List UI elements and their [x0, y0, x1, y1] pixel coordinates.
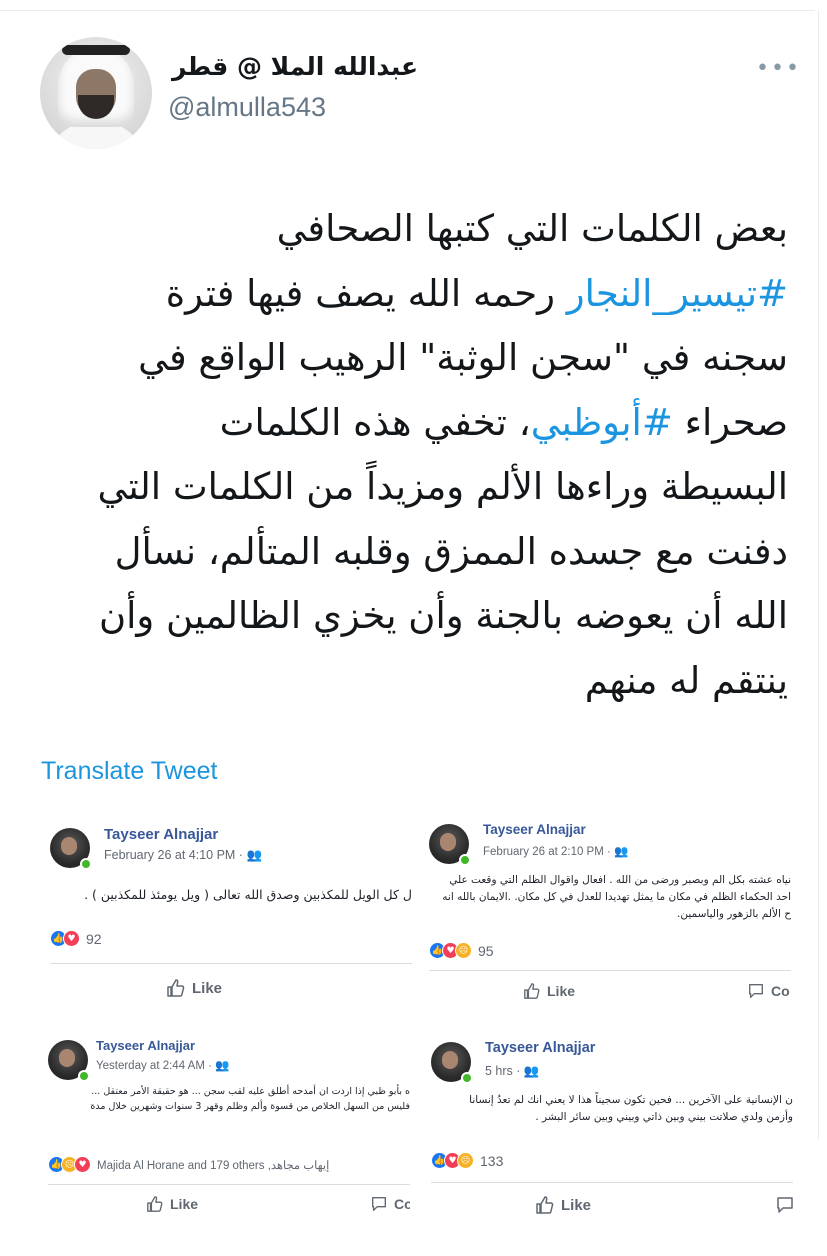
post-author-name[interactable]: Tayseer Alnajjar	[485, 1040, 595, 1056]
tweet-text: بعض الكلمات التي كتبها الصحافي #تيسير_ال…	[36, 197, 789, 714]
post-text-line: فليس من السهل الخلاص من قسوة وألم وظلم و…	[90, 1101, 410, 1112]
facebook-post-card[interactable]: Tayseer Alnajjar Yesterday at 2:44 AM · …	[48, 1034, 410, 1224]
friends-audience-icon: 👥	[215, 1060, 230, 1072]
post-time-text: February 26 at 4:10 PM ·	[104, 848, 247, 862]
sad-reaction-icon: ☹	[455, 942, 472, 959]
thumbs-up-icon	[167, 979, 185, 997]
post-time-text: February 26 at 2:10 PM ·	[483, 846, 615, 858]
post-text-line: ن الإنسانية على الآخرين ... فحين تكون سج…	[469, 1094, 793, 1106]
online-status-icon	[78, 1070, 90, 1082]
friends-audience-icon: 👥	[614, 846, 629, 858]
post-text-line: وأزمن ولدي صلاتت بيني وبين ذاتي وبيني وب…	[535, 1111, 793, 1123]
post-time-text: 5 hrs ·	[485, 1064, 524, 1078]
post-divider	[431, 1182, 793, 1183]
online-status-icon	[461, 1072, 473, 1084]
post-divider	[48, 1184, 410, 1185]
post-text-line: ل كل الويل للمكذبين وصدق الله تعالى ( وي…	[84, 887, 412, 902]
tweet-line: الله أن يعوضه بالجنة وأن يخزي الظالمين و…	[36, 584, 788, 649]
profile-avatar[interactable]	[40, 37, 152, 149]
reactions-summary[interactable]: 👍 ♥ 92	[50, 930, 102, 947]
online-status-icon	[459, 854, 471, 866]
user-handle[interactable]: @almulla543	[168, 92, 326, 123]
comment-button[interactable]: Co	[370, 1195, 410, 1213]
thumbs-up-icon	[536, 1196, 554, 1214]
reaction-names[interactable]: Majida Al Horane and 179 others ,إيهاب م…	[97, 1158, 329, 1172]
tweet-line: صحراء #أبوظبي، تخفي هذه الكلمات	[36, 391, 788, 456]
post-text-line: نياه عشته بكل الم وبصبر ورضى من الله . ا…	[449, 874, 791, 886]
reactions-summary[interactable]: 👍 ♥ ☹ 95	[429, 942, 494, 959]
text-run: رحمه الله يصف فيها فترة	[165, 271, 567, 315]
love-reaction-icon: ♥	[63, 930, 80, 947]
reactions-summary[interactable]: 👍 ♥ ☹ 133	[431, 1152, 503, 1169]
like-label: Like	[547, 983, 576, 999]
thumbs-up-icon	[524, 983, 540, 999]
comment-icon	[372, 1197, 386, 1211]
like-button[interactable]: Like	[523, 982, 575, 1000]
text-run: ينتقم له منهم	[584, 658, 788, 702]
text-run: بعض الكلمات التي كتبها الصحافي	[276, 207, 788, 250]
post-timestamp: Yesterday at 2:44 AM · 👥	[96, 1058, 229, 1072]
like-button[interactable]: Like	[166, 978, 222, 998]
post-divider	[50, 963, 412, 964]
reaction-count: 95	[478, 942, 494, 959]
reactions-summary[interactable]: 👍 ☹ ♥ Majida Al Horane and 179 others ,إ…	[48, 1156, 329, 1173]
post-text-line: احد الحكماء الظلم في مكان ما يمثل تهديدا…	[442, 891, 791, 903]
post-timestamp: 5 hrs · 👥	[485, 1064, 539, 1079]
tweet-line: #تيسير_النجار رحمه الله يصف فيها فترة	[36, 262, 788, 327]
facebook-post-card[interactable]: Tayseer Alnajjar February 26 at 2:10 PM …	[429, 818, 791, 1010]
comment-label: Co	[394, 1196, 410, 1212]
comment-button[interactable]: Co	[747, 982, 790, 1000]
reaction-count: 92	[86, 930, 102, 947]
post-text: نياه عشته بكل الم وبصبر ورضى من الله . ا…	[429, 872, 791, 923]
comment-button[interactable]	[775, 1195, 793, 1215]
hashtag-link[interactable]: #أبوظبي	[531, 401, 673, 444]
post-text-line: ح الألم بالزهور والياسمين.	[677, 908, 791, 920]
text-run: ، تخفي هذه الكلمات	[219, 400, 531, 444]
post-author-name[interactable]: Tayseer Alnajjar	[483, 822, 586, 837]
post-timestamp: February 26 at 2:10 PM · 👥	[483, 844, 628, 858]
tweet-line: بعض الكلمات التي كتبها الصحافي	[36, 197, 788, 262]
like-label: Like	[170, 1196, 199, 1212]
like-button[interactable]: Like	[146, 1195, 198, 1213]
friends-audience-icon: 👥	[523, 1064, 540, 1078]
post-text-line: ه بأبو ظبي إذا اردت ان أمدحه أطلق عليه ل…	[91, 1086, 410, 1097]
hashtag-link[interactable]: #تيسير_النجار	[567, 272, 788, 315]
sad-reaction-icon: ☹	[457, 1152, 474, 1169]
facebook-post-card[interactable]: Tayseer Alnajjar 5 hrs · 👥 ن الإنسانية ع…	[431, 1036, 793, 1226]
right-divider	[818, 10, 819, 1140]
post-timestamp: February 26 at 4:10 PM · 👥	[104, 848, 262, 863]
tweet-line: سجنه في "سجن الوثبة" الرهيب الواقع في	[36, 326, 788, 391]
text-run: صحراء	[672, 400, 788, 444]
thumbs-up-icon	[147, 1196, 163, 1212]
text-run: الله أن يعوضه بالجنة وأن يخزي الظالمين و…	[98, 594, 788, 637]
post-text: ه بأبو ظبي إذا اردت ان أمدحه أطلق عليه ل…	[48, 1084, 410, 1114]
love-reaction-icon: ♥	[74, 1156, 91, 1173]
reaction-count: 133	[480, 1152, 504, 1169]
tweet-line: البسيطة وراءها الألم ومزيداً من الكلمات …	[36, 455, 789, 520]
display-name[interactable]: عبدالله الملا @ قطر	[172, 52, 418, 81]
comment-label: Co	[771, 983, 790, 999]
post-author-name[interactable]: Tayseer Alnajjar	[104, 826, 218, 843]
online-status-icon	[80, 858, 92, 870]
post-text: ل كل الويل للمكذبين وصدق الله تعالى ( وي…	[50, 886, 412, 904]
tweet-line: دفنت مع جسده الممزق وقلبه المتألم، نسأل	[36, 520, 788, 585]
like-button[interactable]: Like	[535, 1195, 591, 1215]
comment-icon	[777, 1197, 793, 1213]
tweet-line: ينتقم له منهم	[36, 649, 788, 714]
post-time-text: Yesterday at 2:44 AM ·	[96, 1060, 216, 1072]
more-dots-icon[interactable]: •••	[756, 56, 801, 81]
text-run: البسيطة وراءها الألم ومزيداً من الكلمات …	[97, 465, 789, 508]
comment-icon	[749, 984, 763, 998]
post-author-name[interactable]: Tayseer Alnajjar	[96, 1038, 195, 1053]
friends-audience-icon: 👥	[246, 848, 263, 862]
text-run: سجنه في "سجن الوثبة" الرهيب الواقع في	[138, 336, 788, 379]
post-divider	[429, 970, 791, 971]
like-label: Like	[192, 979, 223, 997]
post-text: ن الإنسانية على الآخرين ... فحين تكون سج…	[431, 1092, 793, 1126]
translate-tweet-link[interactable]: Translate Tweet	[41, 757, 217, 786]
like-label: Like	[561, 1196, 592, 1214]
top-divider	[0, 10, 815, 11]
text-run: دفنت مع جسده الممزق وقلبه المتألم، نسأل	[114, 529, 788, 573]
facebook-post-card[interactable]: Tayseer Alnajjar February 26 at 4:10 PM …	[50, 822, 412, 1014]
